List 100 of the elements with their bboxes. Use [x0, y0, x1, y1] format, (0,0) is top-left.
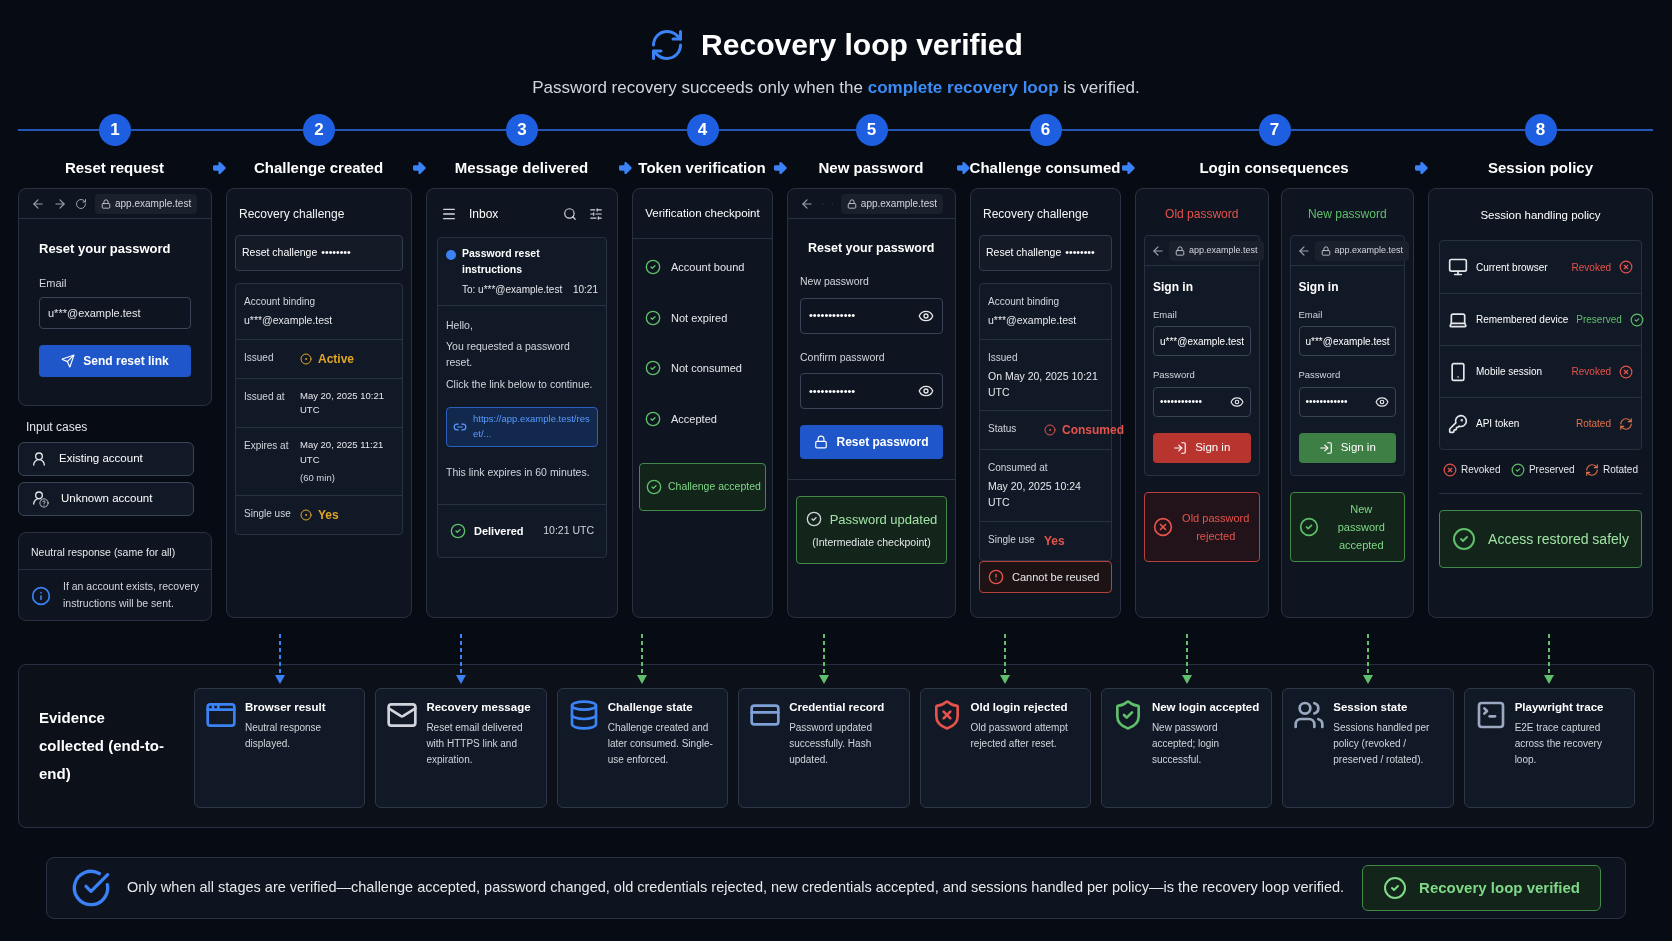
session-status: Preserved — [1576, 313, 1622, 328]
back-icon[interactable] — [800, 196, 814, 211]
email-field[interactable]: u***@example.test — [39, 297, 191, 329]
step-title: Login consequences — [1199, 157, 1349, 178]
email-field[interactable]: u***@example.test — [1153, 326, 1251, 357]
menu-icon[interactable] — [441, 206, 457, 222]
message-time: 10:21 — [572, 282, 598, 297]
back-icon[interactable] — [1151, 243, 1165, 258]
check-circle-icon — [805, 511, 822, 528]
arrow-icon — [1120, 160, 1136, 176]
row-value: Consumed — [1062, 422, 1124, 440]
row-value: u***@example.test — [988, 313, 1078, 328]
row-label: Issued — [988, 350, 1019, 365]
alert-icon — [988, 568, 1004, 585]
case-item[interactable]: Unknown account — [18, 482, 194, 516]
success-text: Access restored safely — [1488, 529, 1629, 549]
row-label: Single use — [244, 507, 292, 521]
password-field[interactable]: •••••••••••• — [800, 297, 943, 334]
arrow-icon — [1413, 160, 1429, 176]
monitor-icon — [1448, 257, 1468, 278]
row-label: Status — [988, 422, 1018, 437]
eye-icon[interactable] — [1229, 394, 1244, 409]
address-bar[interactable]: app.example.test — [1314, 240, 1410, 261]
user-question-icon — [31, 490, 49, 508]
step-title: Session policy — [1487, 157, 1593, 178]
eye-icon[interactable] — [1375, 394, 1389, 409]
lock-icon — [101, 198, 111, 209]
row-label: Single use — [988, 532, 1036, 547]
field-label: Email — [1298, 308, 1323, 322]
session-label: API token — [1476, 417, 1521, 432]
reset-password-button[interactable]: Reset password — [800, 425, 943, 460]
field-label: Email — [39, 275, 68, 291]
back-icon[interactable] — [31, 196, 45, 211]
evidence-card-text: Password updated successfully. Hash updated. — [789, 721, 873, 768]
step-number: 7 — [1258, 114, 1291, 146]
evidence-card-text: Challenge created and later consumed. Single-use enforced. — [607, 721, 714, 768]
form-heading: Reset your password — [39, 240, 172, 258]
send-reset-link-button[interactable]: Send reset link — [39, 345, 191, 377]
panel-heading: Recovery challenge — [239, 206, 346, 223]
session-status: Rotated — [1575, 417, 1611, 432]
evidence-card-title: Credential record — [789, 700, 886, 715]
legend-label: Revoked — [1461, 463, 1501, 478]
x-circle-icon — [1619, 260, 1633, 275]
session-status: Revoked — [1571, 260, 1611, 275]
sign-in-button[interactable]: Sign in — [1153, 432, 1251, 463]
evidence-card-text: Sessions handled per policy (revoked / preserved / rotated). — [1333, 721, 1431, 768]
session-label: Mobile session — [1476, 365, 1544, 380]
field-label: Password — [1298, 368, 1341, 383]
delivery-status: Delivered — [474, 524, 525, 539]
filter-icon[interactable] — [589, 207, 603, 221]
sign-in-icon — [1173, 440, 1188, 455]
row-label: Issued at — [244, 389, 286, 404]
email-field[interactable]: u***@example.test — [1298, 326, 1396, 357]
step-number: 5 — [855, 114, 888, 146]
case-item[interactable]: Existing account — [18, 442, 194, 476]
arrow-icon — [617, 160, 633, 176]
address-bar[interactable]: app.example.test — [95, 193, 198, 214]
step-title: Reset request — [64, 157, 165, 178]
token-box: Reset challenge •••••••• — [979, 235, 1112, 271]
message-line: You requested a password reset. — [446, 339, 571, 370]
check-circle-icon — [71, 868, 111, 908]
session-status: Revoked — [1571, 365, 1611, 380]
phone-icon — [1448, 361, 1468, 382]
search-icon[interactable] — [563, 207, 577, 221]
evidence-card-text: Neutral response displayed. — [245, 721, 323, 752]
lock-icon — [1320, 245, 1331, 256]
lock-icon — [814, 435, 829, 450]
neutral-message: If an account exists, recovery instructions will be sent. — [63, 579, 199, 611]
users-icon — [1293, 699, 1326, 731]
panel-heading: Old password — [1164, 206, 1240, 223]
password-field[interactable]: •••••••••••• — [1298, 386, 1396, 417]
evidence-card-text: Old password attempt rejected after reset. — [970, 721, 1069, 752]
token-box: Reset challenge •••••••• — [235, 235, 403, 271]
password-field[interactable]: •••••••••••• — [1153, 386, 1251, 417]
row-value: May 20, 2025 10:21 UTC — [300, 388, 385, 417]
x-circle-icon — [1619, 364, 1633, 379]
send-icon — [61, 354, 76, 368]
check-circle-icon — [1383, 876, 1408, 900]
info-icon — [31, 586, 51, 606]
result-text: New password accepted — [1336, 501, 1386, 553]
panel-heading: Session handling policy — [1479, 208, 1602, 223]
form-heading: Reset your password — [808, 240, 936, 257]
address-bar[interactable]: app.example.test — [840, 193, 943, 214]
check-circle-icon — [1629, 312, 1644, 327]
password-field[interactable]: •••••••••••• — [800, 373, 943, 410]
message-subject: Password reset instructions — [462, 246, 541, 277]
address-bar[interactable]: app.example.test — [1169, 240, 1264, 261]
legend-label: Preserved — [1528, 463, 1575, 478]
field-label: Confirm password — [800, 349, 886, 365]
back-icon[interactable] — [1296, 243, 1311, 258]
message-item[interactable]: Password reset instructions To: u***@example.test 10:21 — [438, 238, 606, 306]
sign-in-button[interactable]: Sign in — [1298, 432, 1396, 463]
success-note: (Intermediate checkpoint) — [812, 535, 931, 551]
row-value: u***@example.test — [244, 313, 334, 328]
badge-text: Recovery loop verified — [1419, 877, 1580, 898]
evidence-card-title: Recovery message — [426, 700, 532, 715]
reset-link[interactable]: https://app.example.test/reset/... — [446, 406, 598, 447]
field-label: Password — [1153, 368, 1195, 383]
row-label: Account binding — [244, 295, 317, 309]
success-text: Password updated — [829, 510, 938, 529]
